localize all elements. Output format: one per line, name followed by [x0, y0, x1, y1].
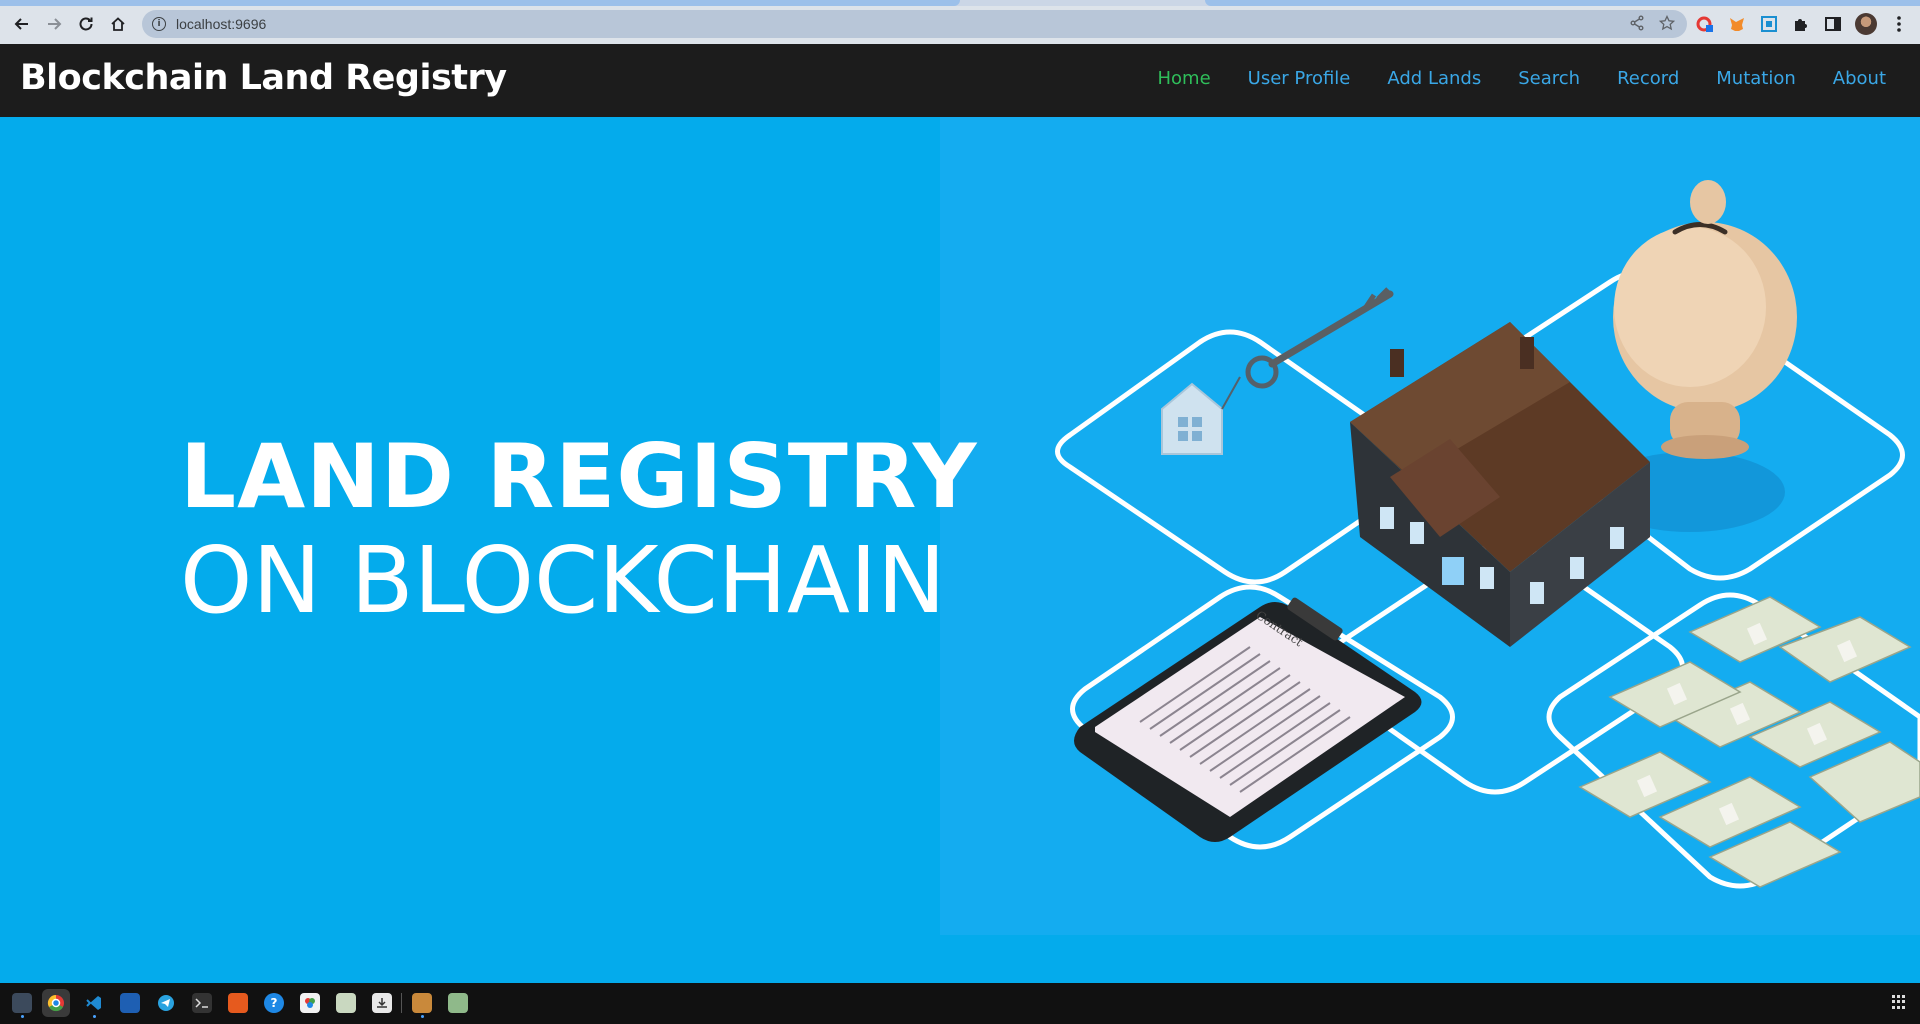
extensions-area	[1695, 8, 1909, 40]
money-stacks-icon	[1578, 596, 1920, 888]
profile-avatar[interactable]	[1855, 13, 1877, 35]
browser-chrome: i localhost:9696	[0, 0, 1920, 44]
address-bar[interactable]: i localhost:9696	[142, 10, 1687, 38]
back-arrow-icon	[14, 18, 28, 30]
downloads-icon[interactable]	[372, 993, 392, 1013]
text-editor-icon[interactable]	[120, 993, 140, 1013]
extension-red-icon[interactable]	[1695, 14, 1715, 34]
tab[interactable]	[1205, 0, 1920, 6]
metamask-fox-icon[interactable]	[1727, 14, 1747, 34]
forward-arrow-icon	[48, 18, 62, 30]
nav-link-mutation[interactable]: Mutation	[1716, 68, 1796, 89]
taskbar-separator	[401, 993, 402, 1013]
nav-menu: Home User Profile Add Lands Search Recor…	[1158, 68, 1887, 89]
nav-link-add-lands[interactable]: Add Lands	[1387, 68, 1481, 89]
browser-toolbar: i localhost:9696	[0, 8, 1920, 40]
chrome-icon[interactable]	[42, 989, 70, 1017]
package-icon[interactable]	[412, 993, 432, 1018]
vscode-icon[interactable]	[84, 993, 104, 1018]
nav-link-user-profile[interactable]: User Profile	[1248, 68, 1351, 89]
site-navbar: Blockchain Land Registry Home User Profi…	[0, 44, 1920, 117]
nav-link-record[interactable]: Record	[1617, 68, 1679, 89]
screenshot-extension-icon[interactable]	[1759, 14, 1779, 34]
nav-link-home[interactable]: Home	[1158, 68, 1211, 89]
hero-banner: LAND REGISTRY ON BLOCKCHAIN Contract	[0, 117, 1920, 983]
nav-link-about[interactable]: About	[1833, 68, 1886, 89]
side-panel-icon[interactable]	[1823, 14, 1843, 34]
os-taskbar: ?	[0, 983, 1920, 1024]
hero-title-line1: LAND REGISTRY	[180, 425, 978, 528]
nav-link-search[interactable]: Search	[1518, 68, 1580, 89]
settings-icon[interactable]	[300, 993, 320, 1013]
home-button[interactable]	[102, 8, 134, 40]
bookmark-star-icon[interactable]	[1659, 15, 1675, 31]
omnibox-actions	[1629, 15, 1675, 31]
files-icon[interactable]	[12, 993, 32, 1018]
back-button[interactable]	[6, 8, 38, 40]
share-icon[interactable]	[1629, 15, 1645, 31]
hero-title-line2: ON BLOCKCHAIN	[180, 527, 946, 634]
terminal-icon[interactable]	[192, 993, 212, 1013]
site-info-icon[interactable]: i	[152, 17, 166, 31]
property-illustration: Contract	[1055, 180, 1920, 889]
trash-icon[interactable]	[448, 993, 468, 1013]
app-grid-icon[interactable]	[1892, 995, 1906, 1009]
site-brand[interactable]: Blockchain Land Registry	[20, 58, 507, 98]
extensions-puzzle-icon[interactable]	[1791, 14, 1811, 34]
tab-strip	[0, 0, 1920, 6]
home-icon	[111, 17, 125, 31]
url-text[interactable]: localhost:9696	[176, 16, 266, 32]
image-viewer-icon[interactable]	[336, 993, 356, 1013]
browser-menu-icon[interactable]	[1889, 14, 1909, 34]
house-icon	[1350, 322, 1650, 647]
contract-clipboard-icon: Contract	[1074, 597, 1422, 842]
reload-icon	[79, 17, 93, 31]
software-center-icon[interactable]	[228, 993, 248, 1013]
active-tab[interactable]	[0, 0, 960, 6]
help-icon[interactable]: ?	[264, 993, 284, 1013]
reload-button[interactable]	[70, 8, 102, 40]
telegram-icon[interactable]	[156, 993, 176, 1013]
forward-button[interactable]	[38, 8, 70, 40]
